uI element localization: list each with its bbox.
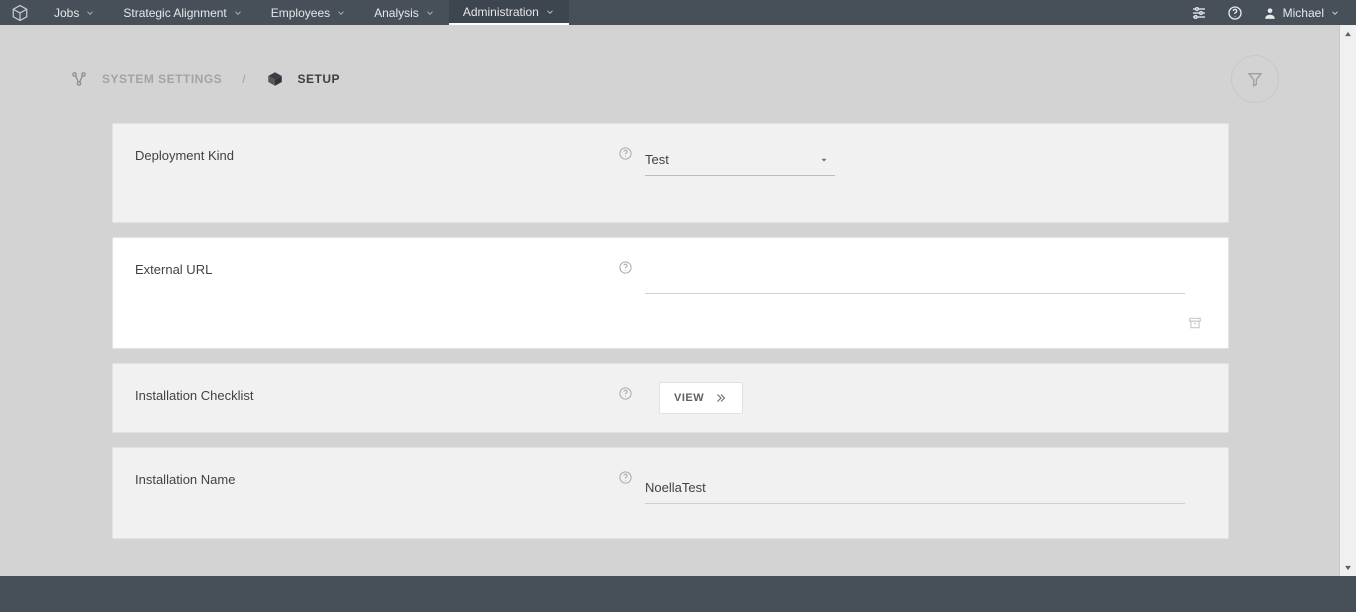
card-installation-checklist: Installation Checklist VIEW xyxy=(112,363,1229,433)
nav-administration[interactable]: Administration xyxy=(449,0,569,25)
box-icon xyxy=(266,70,284,88)
nav-strategic-alignment[interactable]: Strategic Alignment xyxy=(109,0,256,25)
top-nav: Jobs Strategic Alignment Employees Analy… xyxy=(0,0,1356,25)
double-chevron-right-icon xyxy=(714,392,728,404)
external-url-input[interactable] xyxy=(645,256,1185,294)
field-label: Installation Checklist xyxy=(135,382,605,403)
card-external-url: External URL xyxy=(112,237,1229,349)
nav-analysis[interactable]: Analysis xyxy=(360,0,449,25)
help-icon[interactable] xyxy=(605,142,645,161)
chevron-down-icon xyxy=(425,8,435,18)
cards: Deployment Kind Test xyxy=(0,123,1339,539)
breadcrumb-current: SETUP xyxy=(298,72,341,86)
help-icon[interactable] xyxy=(605,382,645,401)
nav-label: Employees xyxy=(271,6,330,20)
nav-jobs[interactable]: Jobs xyxy=(40,0,109,25)
breadcrumb-root[interactable]: SYSTEM SETTINGS xyxy=(102,72,222,86)
footer-bar xyxy=(0,576,1356,612)
nav-label: Administration xyxy=(463,5,539,19)
nav-right: Michael xyxy=(1191,0,1356,25)
nav-label: Analysis xyxy=(374,6,419,20)
chevron-down-icon xyxy=(85,8,95,18)
scroll-down-arrow-icon[interactable] xyxy=(1340,559,1356,576)
field-control: Test xyxy=(645,142,1206,176)
nav-label: Strategic Alignment xyxy=(123,6,226,20)
field-label: External URL xyxy=(135,256,605,277)
button-label: VIEW xyxy=(674,392,704,404)
help-icon[interactable] xyxy=(605,466,645,485)
view-button[interactable]: VIEW xyxy=(659,382,743,414)
breadcrumb: SYSTEM SETTINGS / SETUP xyxy=(0,25,1339,123)
chevron-down-icon xyxy=(336,8,346,18)
logo-icon xyxy=(0,4,40,22)
vertical-scrollbar[interactable] xyxy=(1339,25,1356,576)
scroll-track[interactable] xyxy=(1340,42,1356,559)
field-control xyxy=(645,256,1206,294)
archive-icon[interactable] xyxy=(1188,316,1202,330)
installation-name-input[interactable] xyxy=(645,466,1185,504)
caret-down-icon xyxy=(819,155,829,165)
settings-sliders-icon[interactable] xyxy=(1191,5,1207,21)
filter-button[interactable] xyxy=(1231,55,1279,103)
card-deployment-kind: Deployment Kind Test xyxy=(112,123,1229,223)
user-icon xyxy=(1263,6,1277,20)
user-name: Michael xyxy=(1283,6,1324,20)
main-menu: Jobs Strategic Alignment Employees Analy… xyxy=(40,0,569,25)
card-installation-name: Installation Name xyxy=(112,447,1229,539)
nav-label: Jobs xyxy=(54,6,79,20)
field-label: Deployment Kind xyxy=(135,142,605,163)
select-value: Test xyxy=(645,152,669,167)
field-label: Installation Name xyxy=(135,466,605,487)
deployment-kind-select[interactable]: Test xyxy=(645,142,835,176)
help-icon[interactable] xyxy=(1227,5,1243,21)
breadcrumb-sep: / xyxy=(236,72,251,86)
user-menu[interactable]: Michael xyxy=(1263,6,1340,20)
nav-employees[interactable]: Employees xyxy=(257,0,360,25)
nodes-icon xyxy=(70,70,88,88)
content: SYSTEM SETTINGS / SETUP Deployment Kind xyxy=(0,25,1339,576)
chevron-down-icon xyxy=(1330,8,1340,18)
help-icon[interactable] xyxy=(605,256,645,275)
field-control xyxy=(645,466,1206,504)
scroll-up-arrow-icon[interactable] xyxy=(1340,25,1356,42)
chevron-down-icon xyxy=(545,7,555,17)
chevron-down-icon xyxy=(233,8,243,18)
content-wrap: SYSTEM SETTINGS / SETUP Deployment Kind xyxy=(0,25,1356,576)
field-control: VIEW xyxy=(645,382,1206,414)
